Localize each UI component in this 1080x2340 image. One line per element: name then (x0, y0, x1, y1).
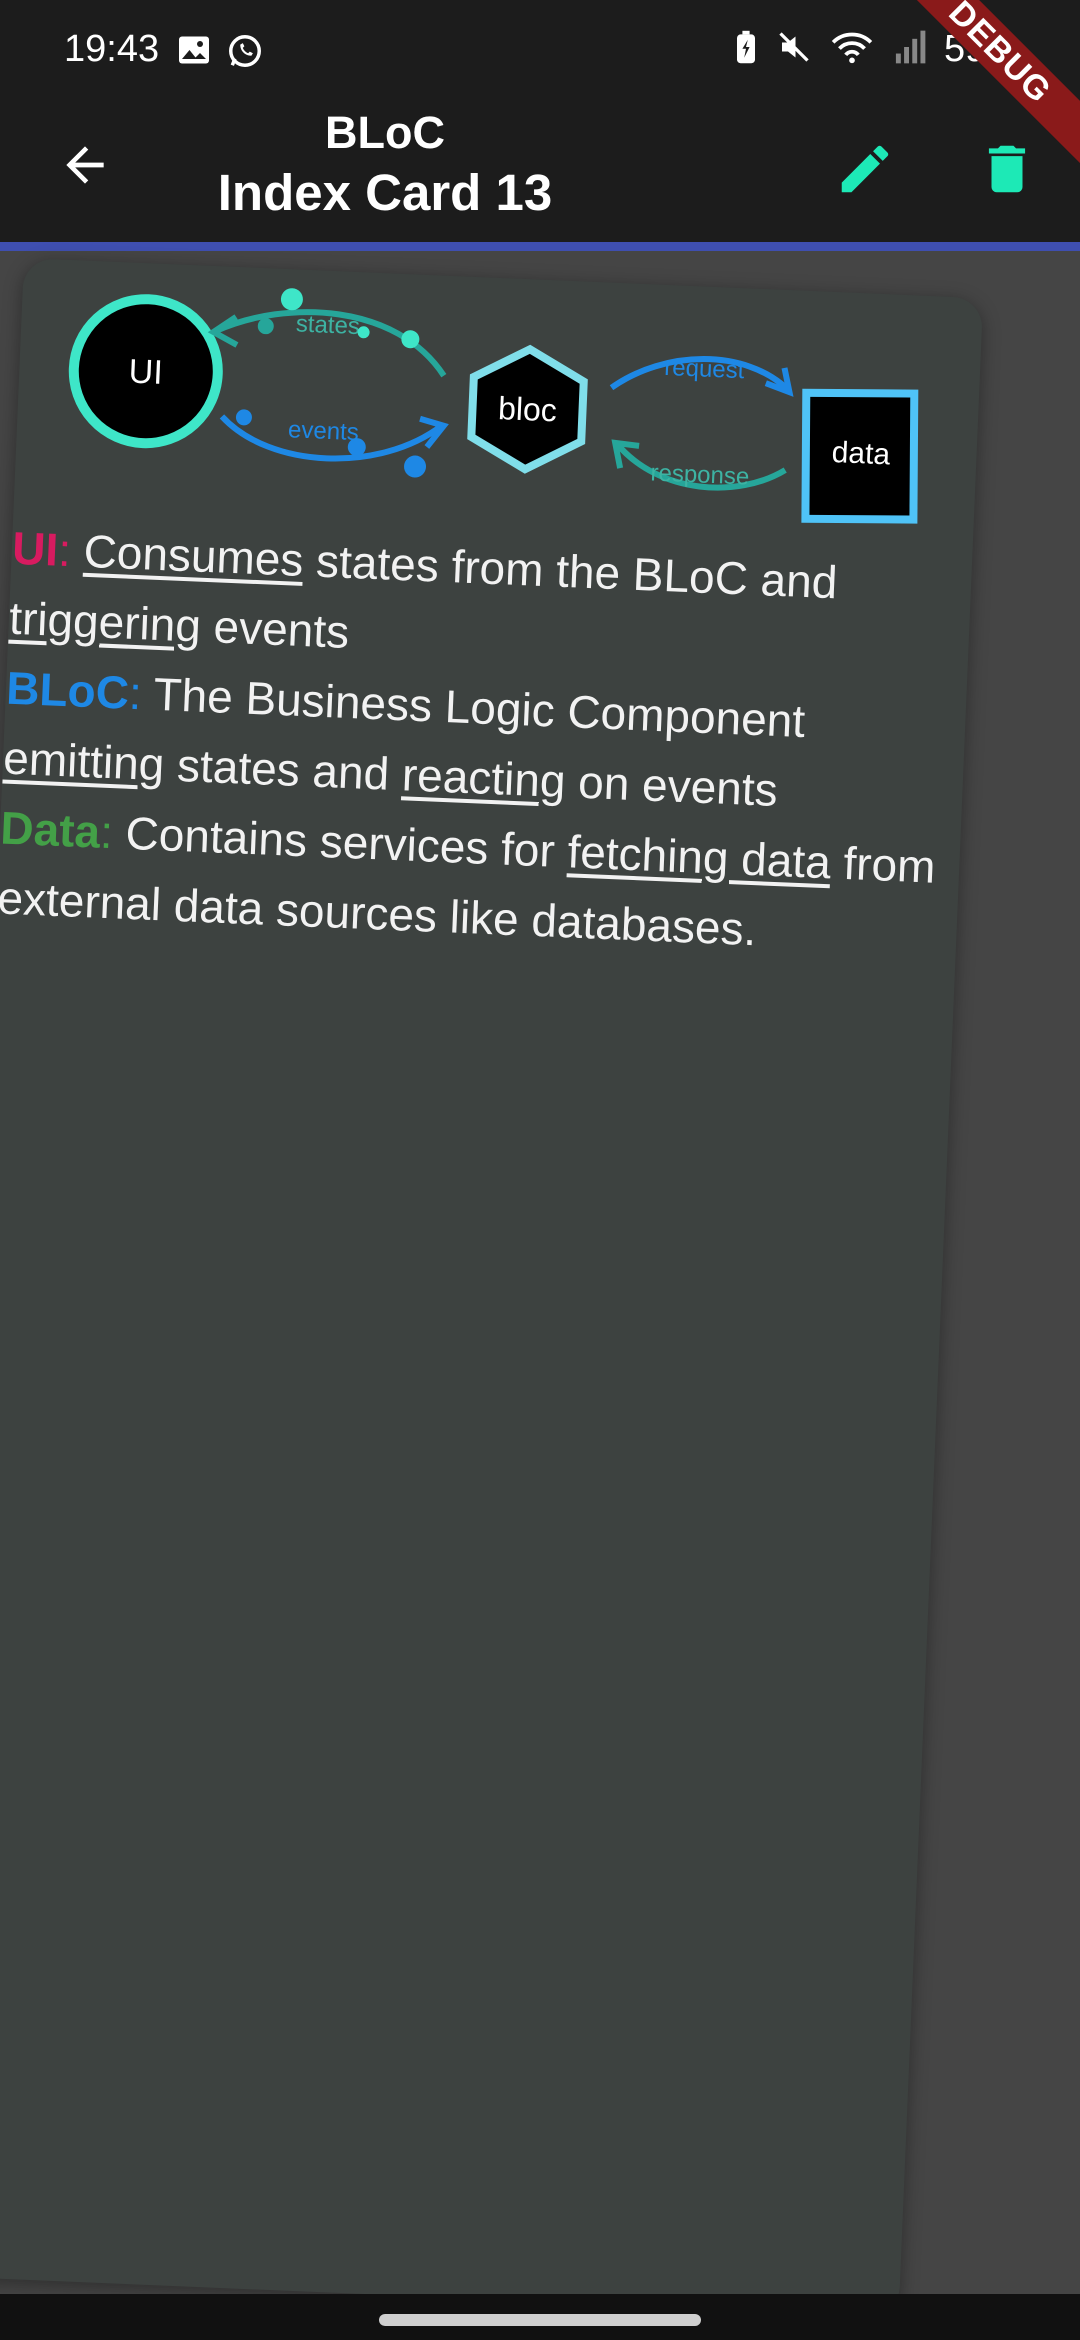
states-arrowhead (207, 314, 239, 348)
response-label: response (650, 459, 750, 490)
back-button[interactable] (50, 130, 120, 200)
ui-term: UI (11, 521, 60, 576)
data-text: Contains services for (111, 806, 569, 878)
dot (257, 318, 274, 335)
signal-icon (892, 29, 926, 70)
data-term: Data (0, 801, 102, 858)
ui-text-end: events (199, 599, 351, 658)
bloc-diagram: UI states events bloc request response d… (68, 288, 919, 524)
card-content: UI states events bloc request response d… (0, 268, 983, 973)
title-top: BLoC (325, 107, 445, 158)
data-node-label: data (831, 436, 891, 471)
battery-saver-icon (734, 29, 758, 70)
bloc-text-mid: states and (163, 738, 404, 801)
events-label: events (288, 416, 360, 446)
home-gesture-handle[interactable] (379, 2314, 701, 2326)
bloc-node-label: bloc (497, 390, 557, 428)
request-label: request (664, 354, 745, 384)
delete-button[interactable] (972, 134, 1042, 204)
dot (235, 409, 252, 426)
card-text: UI: Consumes states from the BLoC and tr… (0, 513, 973, 973)
page-title: BLoC Index Card 13 (170, 104, 600, 224)
bloc-text-end: on events (564, 755, 779, 816)
system-nav-bar (0, 2294, 1080, 2340)
status-left-icons (176, 32, 264, 75)
states-label: states (295, 310, 360, 340)
data-word-fetching: fetching data (566, 825, 832, 889)
arrow-back-icon (66, 146, 104, 184)
ui-word-consumes: Consumes (82, 524, 305, 586)
ui-text: states from the BLoC and (302, 533, 839, 609)
ui-node-label: UI (128, 352, 164, 391)
dot (404, 455, 427, 478)
whatsapp-icon (226, 32, 264, 75)
status-bar: 19:43 59% (0, 0, 1080, 100)
edit-button[interactable] (830, 134, 900, 204)
trash-icon (988, 145, 1026, 193)
status-time: 19:43 (64, 28, 160, 70)
dot (280, 288, 303, 311)
wifi-icon (830, 29, 874, 70)
bloc-term: BLoC (5, 661, 131, 719)
bloc-word-reacting: reacting (400, 748, 567, 808)
title-bottom: Index Card 13 (217, 164, 553, 221)
ui-word-triggering: triggering (8, 591, 203, 652)
ui-colon: : (57, 523, 73, 577)
bloc-text: The Business Logic Component (140, 667, 807, 748)
mute-icon (776, 29, 812, 70)
app-bar: BLoC Index Card 13 (0, 100, 1080, 242)
image-icon (176, 32, 212, 75)
app-bar-divider (0, 242, 1080, 251)
pencil-icon (841, 145, 889, 193)
bloc-word-emitting: emitting (2, 731, 166, 791)
